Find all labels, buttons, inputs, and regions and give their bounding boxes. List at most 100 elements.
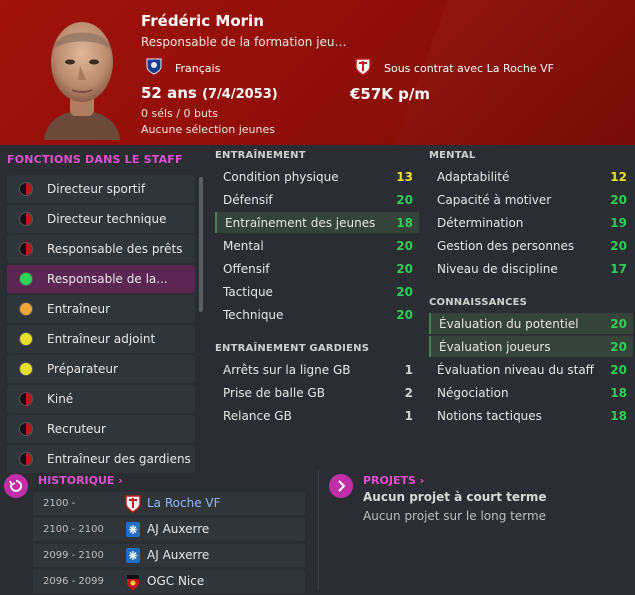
attribute-name: Adaptabilité	[437, 170, 510, 184]
attribute-row[interactable]: Capacité à motiver 20	[429, 189, 633, 210]
history-row[interactable]: 2100 - La Roche VF	[33, 492, 305, 515]
bottom-divider	[318, 470, 319, 590]
attribute-row[interactable]: Offensif 20	[215, 258, 419, 279]
attribute-value: 20	[610, 193, 627, 207]
role-suitability-icon	[19, 302, 33, 316]
staff-portrait	[44, 22, 120, 140]
attribute-value: 20	[610, 340, 627, 354]
attribute-name: Entraînement des jeunes	[225, 216, 376, 230]
staff-function-item[interactable]: Kiné	[7, 385, 195, 413]
role-suitability-icon	[19, 332, 33, 346]
age-value: 52 ans	[141, 84, 197, 102]
auxerre-crest-icon	[124, 520, 142, 539]
projects-title[interactable]: PROJETS ›	[363, 474, 424, 487]
staff-functions-scrollbar[interactable]	[199, 177, 203, 312]
mental-title: MENTAL	[429, 150, 476, 161]
attribute-row[interactable]: Gestion des personnes 20	[429, 235, 633, 256]
attribute-name: Gestion des personnes	[437, 239, 575, 253]
attribute-value: 18	[610, 386, 627, 400]
attribute-row[interactable]: Mental 20	[215, 235, 419, 256]
attribute-name: Relance GB	[223, 409, 292, 423]
attribute-row[interactable]: Évaluation niveau du staff 20	[429, 359, 633, 380]
international-caps: 0 séls / 0 buts	[141, 107, 218, 120]
staff-header: Frédéric Morin Responsable de la formati…	[0, 0, 635, 145]
attribute-value: 20	[396, 193, 413, 207]
chevron-right-icon	[338, 480, 346, 492]
attribute-value: 20	[396, 262, 413, 276]
attribute-name: Condition physique	[223, 170, 339, 184]
history-row[interactable]: 2099 - 2100 AJ Auxerre	[33, 544, 305, 567]
history-years: 2096 - 2099	[43, 576, 104, 587]
france-crest-icon	[146, 58, 162, 75]
history-title-label: HISTORIQUE	[38, 474, 115, 487]
staff-function-item[interactable]: Entraîneur adjoint	[7, 325, 195, 353]
attribute-value: 1	[404, 409, 413, 423]
contract-status[interactable]: Sous contrat avec La Roche VF	[384, 62, 554, 75]
attribute-row[interactable]: Niveau de discipline 17	[429, 258, 633, 279]
staff-function-item[interactable]: Directeur technique	[7, 205, 195, 233]
history-club[interactable]: OGC Nice	[147, 574, 204, 588]
staff-function-item[interactable]: Directeur sportif	[7, 175, 195, 203]
attribute-row[interactable]: Évaluation du potentiel 20	[429, 313, 633, 334]
la-roche-crest-icon	[124, 494, 142, 513]
attribute-value: 17	[610, 262, 627, 276]
long-term-project: Aucun projet sur le long terme	[363, 509, 547, 523]
attribute-row[interactable]: Défensif 20	[215, 189, 419, 210]
auxerre-crest-icon	[124, 546, 142, 565]
attribute-value: 19	[610, 216, 627, 230]
history-row[interactable]: 2096 - 2099 OGC Nice	[33, 570, 305, 593]
staff-function-label: Directeur sportif	[47, 182, 146, 196]
staff-function-item[interactable]: Préparateur	[7, 355, 195, 383]
history-club[interactable]: AJ Auxerre	[147, 548, 209, 562]
attribute-value: 20	[396, 239, 413, 253]
nationality-label[interactable]: Français	[175, 62, 220, 75]
attribute-row[interactable]: Tactique 20	[215, 281, 419, 302]
role-suitability-icon	[19, 272, 33, 286]
staff-function-item[interactable]: Responsable de la...	[7, 265, 195, 293]
staff-function-item[interactable]: Recruteur	[7, 415, 195, 443]
attribute-row[interactable]: Adaptabilité 12	[429, 166, 633, 187]
staff-function-item[interactable]: Responsable des prêts	[7, 235, 195, 263]
knowledge-title: CONNAISSANCES	[429, 297, 528, 308]
attribute-row[interactable]: Notions tactiques 18	[429, 405, 633, 426]
attribute-row[interactable]: Relance GB 1	[215, 405, 419, 426]
attribute-value: 20	[610, 239, 627, 253]
attribute-row[interactable]: Prise de balle GB 2	[215, 382, 419, 403]
role-suitability-icon	[19, 422, 33, 436]
role-suitability-icon	[19, 182, 33, 196]
attribute-value: 20	[396, 308, 413, 322]
date-of-birth: (7/4/2053)	[202, 87, 278, 102]
history-title[interactable]: HISTORIQUE ›	[38, 474, 123, 487]
staff-functions-title: FONCTIONS DANS LE STAFF	[7, 153, 183, 166]
attribute-row[interactable]: Évaluation joueurs 20	[429, 336, 633, 357]
attribute-name: Technique	[223, 308, 284, 322]
attribute-name: Mental	[223, 239, 264, 253]
attribute-row[interactable]: Détermination 19	[429, 212, 633, 233]
staff-function-item[interactable]: Entraîneur des gardiens	[7, 445, 195, 473]
history-club[interactable]: AJ Auxerre	[147, 522, 209, 536]
attribute-row[interactable]: Arrêts sur la ligne GB 1	[215, 359, 419, 380]
attribute-row[interactable]: Négociation 18	[429, 382, 633, 403]
history-button[interactable]	[4, 474, 28, 498]
history-club[interactable]: La Roche VF	[147, 496, 221, 510]
attribute-value: 12	[610, 170, 627, 184]
staff-function-label: Directeur technique	[47, 212, 167, 226]
attribute-row[interactable]: Entraînement des jeunes 18	[215, 212, 419, 233]
attribute-name: Prise de balle GB	[223, 386, 325, 400]
attribute-value: 2	[404, 386, 413, 400]
attribute-row[interactable]: Technique 20	[215, 304, 419, 325]
attribute-value: 18	[396, 216, 413, 230]
history-years: 2100 -	[43, 498, 76, 509]
staff-function-label: Kiné	[47, 392, 74, 406]
attribute-name: Niveau de discipline	[437, 262, 558, 276]
attribute-row[interactable]: Condition physique 13	[215, 166, 419, 187]
staff-function-label: Entraîneur	[47, 302, 111, 316]
attribute-name: Détermination	[437, 216, 524, 230]
history-row[interactable]: 2100 - 2100 AJ Auxerre	[33, 518, 305, 541]
staff-wage: €57K p/m	[350, 85, 431, 103]
projects-button[interactable]	[329, 474, 353, 498]
staff-function-item[interactable]: Entraîneur	[7, 295, 195, 323]
attribute-name: Évaluation joueurs	[439, 340, 551, 354]
staff-age: 52 ans (7/4/2053)	[141, 84, 278, 102]
attribute-value: 20	[610, 317, 627, 331]
